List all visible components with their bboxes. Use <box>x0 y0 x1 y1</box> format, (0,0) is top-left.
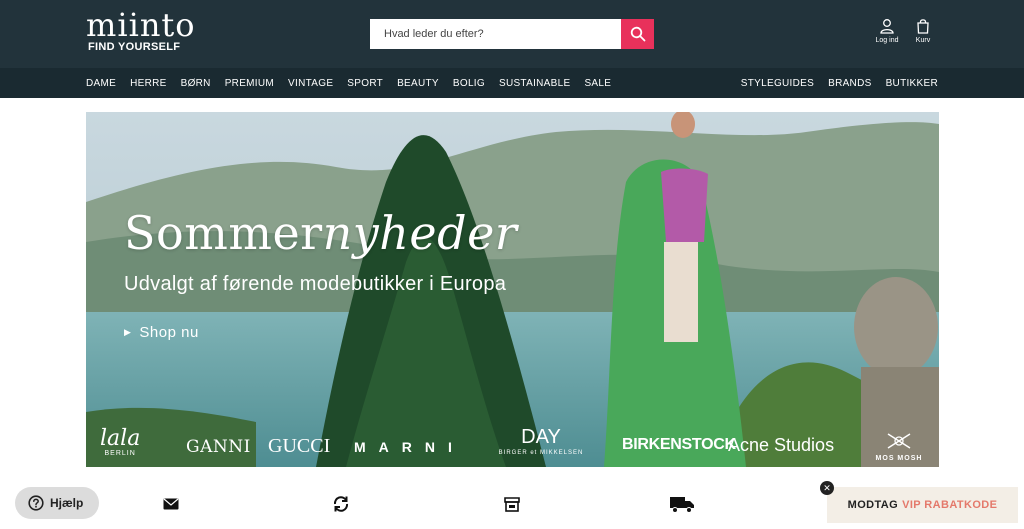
login-label: Log ind <box>875 37 899 44</box>
hero-title-regular: Sommer <box>124 206 323 260</box>
close-icon[interactable]: ✕ <box>820 481 834 495</box>
logo-tagline: FIND YOURSELF <box>88 41 181 53</box>
vip-discount-banner[interactable]: MODTAG VIP RABATKODE <box>827 487 1018 523</box>
nav-item-sustainable[interactable]: SUSTAINABLE <box>499 78 570 89</box>
brand-birkenstock-logo[interactable]: BIRKENSTOCK <box>622 436 736 454</box>
help-label: Hjælp <box>50 496 84 510</box>
brand-logo-strip: lala BERLIN GANNI GUCCI MARNI DAY BIRGER… <box>86 424 939 467</box>
brand-marni-logo[interactable]: MARNI <box>354 439 465 455</box>
help-icon <box>28 495 44 511</box>
truck-icon <box>669 494 695 514</box>
search-button[interactable] <box>621 19 654 49</box>
cart-label: Kurv <box>915 37 931 44</box>
brand-day-logo[interactable]: DAY BIRGER et MIKKELSEN <box>483 426 599 456</box>
hero-title-italic: nyheder <box>322 206 518 260</box>
miinto-logo[interactable]: miinto FIND YOURSELF <box>86 6 196 53</box>
login-button[interactable]: Log ind <box>867 18 907 44</box>
mos-mosh-emblem-icon <box>887 433 911 449</box>
brand-mos-mosh-name: MOS MOSH <box>875 455 923 462</box>
vip-accent-text: VIP RABATKODE <box>902 499 998 511</box>
store-icon <box>499 494 525 514</box>
brand-lala-name: lala <box>100 426 141 451</box>
nav-item-styleguides[interactable]: STYLEGUIDES <box>741 78 814 89</box>
refresh-icon <box>328 494 354 514</box>
brand-ganni-logo[interactable]: GANNI <box>186 437 251 457</box>
help-button[interactable]: Hjælp <box>15 487 99 519</box>
shopping-bag-icon <box>917 19 929 34</box>
nav-item-born[interactable]: BØRN <box>181 78 211 89</box>
brand-lala-sub: BERLIN <box>104 450 136 457</box>
main-navigation: DAME HERRE BØRN PREMIUM VINTAGE SPORT BE… <box>0 68 1024 98</box>
search-icon <box>630 26 645 42</box>
search-input[interactable] <box>370 19 621 49</box>
brand-mos-mosh-logo[interactable]: MOS MOSH <box>872 432 926 462</box>
shop-now-label: Shop nu <box>139 324 199 341</box>
secondary-nav: STYLEGUIDES BRANDS BUTIKKER <box>741 68 938 98</box>
nav-item-beauty[interactable]: BEAUTY <box>397 78 439 89</box>
hero-banner[interactable]: Sommernyheder Udvalgt af førende modebut… <box>86 112 939 467</box>
brand-acne-studios-logo[interactable]: Acne Studios <box>728 435 834 456</box>
play-arrow-icon: ▶ <box>124 327 132 337</box>
mail-icon <box>158 494 184 514</box>
nav-item-sale[interactable]: SALE <box>584 78 611 89</box>
vip-text: MODTAG <box>847 499 899 511</box>
nav-item-sport[interactable]: SPORT <box>347 78 383 89</box>
brand-lala-logo[interactable]: lala BERLIN <box>100 426 141 458</box>
search-bar <box>370 19 654 49</box>
category-nav: DAME HERRE BØRN PREMIUM VINTAGE SPORT BE… <box>86 68 611 98</box>
nav-item-brands[interactable]: BRANDS <box>828 78 871 89</box>
brand-day-sub: BIRGER et MIKKELSEN <box>498 450 584 456</box>
nav-item-premium[interactable]: PREMIUM <box>225 78 274 89</box>
nav-item-herre[interactable]: HERRE <box>130 78 167 89</box>
shop-now-link[interactable]: ▶ Shop nu <box>124 324 199 341</box>
logo-wordmark: miinto <box>86 6 196 44</box>
nav-item-bolig[interactable]: BOLIG <box>453 78 485 89</box>
hero-title: Sommernyheder <box>124 206 517 260</box>
nav-item-butikker[interactable]: BUTIKKER <box>886 78 938 89</box>
brand-day-name: DAY <box>521 426 561 448</box>
hero-subtitle: Udvalgt af førende modebutikker i Europa <box>124 273 507 295</box>
brand-gucci-logo[interactable]: GUCCI <box>268 435 330 458</box>
cart-button[interactable]: Kurv <box>903 18 943 44</box>
nav-item-dame[interactable]: DAME <box>86 78 116 89</box>
user-icon <box>880 19 894 34</box>
site-header: miinto FIND YOURSELF Log ind Kurv <box>0 0 1024 68</box>
nav-item-vintage[interactable]: VINTAGE <box>288 78 333 89</box>
